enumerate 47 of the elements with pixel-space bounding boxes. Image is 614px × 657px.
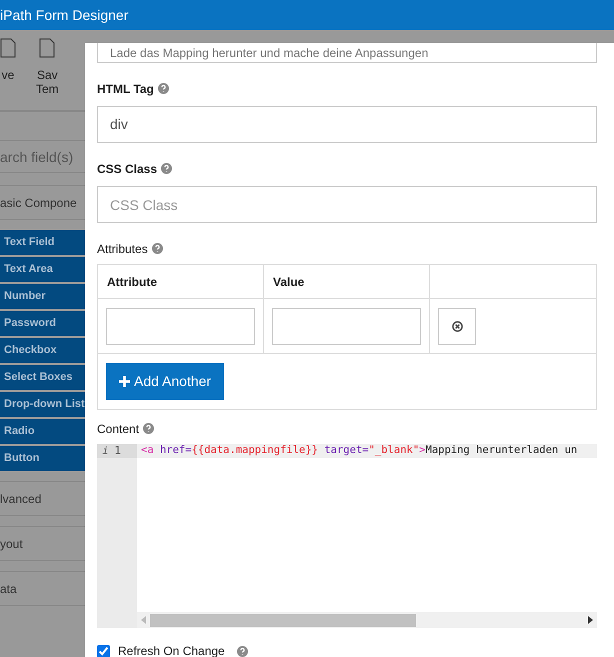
document-icon: [39, 38, 56, 58]
remove-button[interactable]: [438, 308, 476, 344]
help-icon: [161, 163, 172, 174]
component-item[interactable]: Password: [0, 311, 85, 336]
css-class-field[interactable]: CSS Class: [97, 186, 597, 223]
scroll-left-icon: [141, 616, 146, 624]
window-title: iPath Form Designer: [0, 6, 128, 25]
category-header[interactable]: ata: [0, 580, 17, 598]
table-input-field[interactable]: [272, 308, 421, 344]
category-header[interactable]: asic Compone: [0, 194, 77, 212]
horizontal-scrollbar[interactable]: [137, 612, 597, 628]
component-item[interactable]: Select Boxes: [0, 365, 85, 390]
help-icon: [152, 243, 163, 254]
component-item[interactable]: Checkbox: [0, 338, 85, 363]
scroll-right-icon: [588, 616, 593, 624]
toolbar-button[interactable]: ve: [0, 38, 16, 82]
line-number: 1: [114, 444, 121, 459]
remove-icon: [452, 320, 462, 332]
code-line: <a href={{data.mappingfile}} target="_blank">Mapping herunterladen un: [141, 444, 578, 458]
code-editor[interactable]: i 1 <a href={{data.mappingfile}} target="_blank">Mapping herunterladen un: [97, 444, 597, 628]
component-item[interactable]: Button: [0, 446, 85, 471]
scrollbar-thumb[interactable]: [150, 614, 416, 626]
component-item[interactable]: Number: [0, 284, 85, 309]
component-item[interactable]: Drop-down List: [0, 392, 85, 417]
component-item[interactable]: Text Area: [0, 257, 85, 282]
search-field[interactable]: arch field(s): [0, 140, 85, 173]
column-header: Value: [273, 274, 304, 290]
toolbar-button[interactable]: Sav Tem: [36, 38, 59, 96]
html-tag-field[interactable]: div: [97, 106, 597, 143]
category-header[interactable]: yout: [0, 534, 23, 552]
table-input-field[interactable]: [106, 308, 255, 344]
component-item[interactable]: Text Field: [0, 230, 85, 255]
column-header: Attribute: [107, 274, 157, 290]
help-icon: [143, 423, 154, 434]
document-icon: [0, 38, 16, 58]
text-field[interactable]: Lade das Mapping herunter und mache deine Anpassungen: [97, 43, 597, 63]
field-label: Content: [97, 422, 140, 436]
help-icon: [158, 83, 169, 94]
field-label: CSS Class: [97, 162, 158, 176]
field-label: HTML Tag: [97, 82, 154, 96]
plus-icon: [119, 376, 130, 387]
refresh-checkbox[interactable]: [97, 644, 110, 657]
field-label: Attributes: [97, 242, 148, 256]
add-another-button[interactable]: Add Another: [106, 363, 224, 400]
category-header[interactable]: lvanced: [0, 490, 42, 508]
line-marker: i: [102, 444, 108, 458]
component-item[interactable]: Radio: [0, 419, 85, 444]
